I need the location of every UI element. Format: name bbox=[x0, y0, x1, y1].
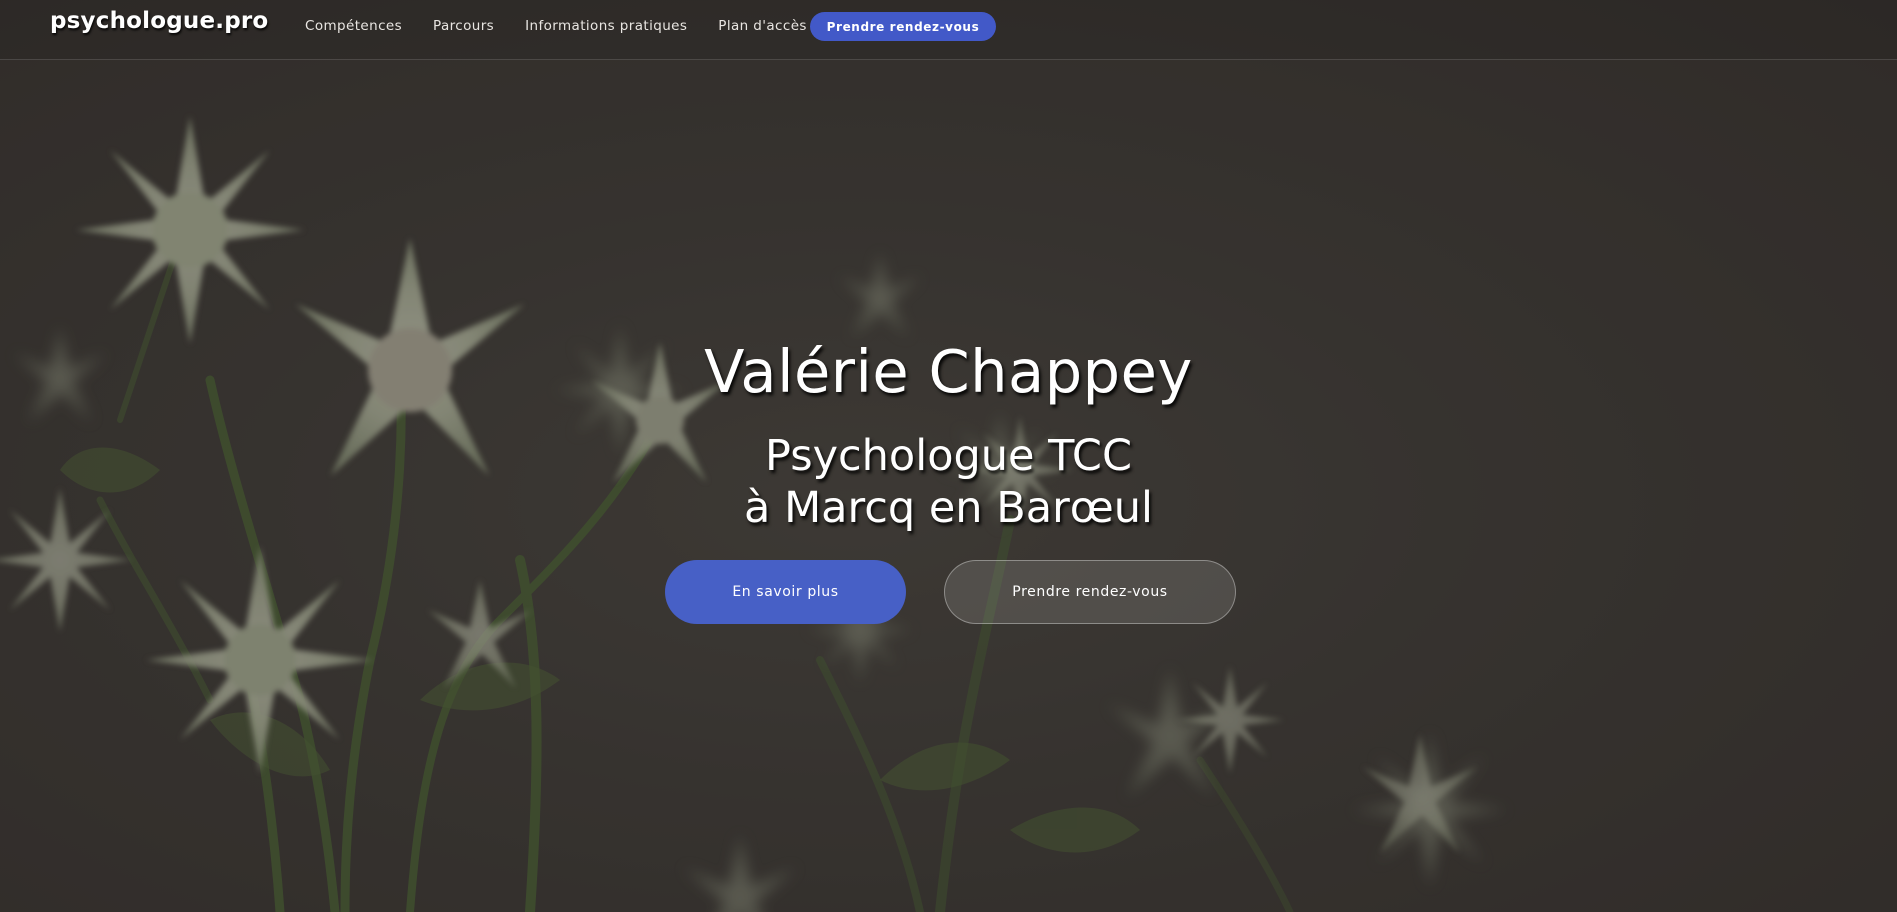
hero-appointment-button[interactable]: Prendre rendez-vous bbox=[944, 560, 1236, 624]
nav-link-plan-acces[interactable]: Plan d'accès bbox=[718, 18, 807, 34]
hero-subtitle: Psychologue TCC à Marcq en Barœul bbox=[0, 430, 1897, 534]
nav-links: Compétences Parcours Informations pratiq… bbox=[305, 0, 838, 52]
hero-subtitle-line-2: à Marcq en Barœul bbox=[744, 483, 1153, 533]
hero-subtitle-line-1: Psychologue TCC bbox=[765, 431, 1132, 481]
learn-more-button[interactable]: En savoir plus bbox=[665, 560, 906, 624]
brand-logo-link[interactable]: psychologue.pro bbox=[50, 8, 268, 34]
navbar: psychologue.pro Compétences Parcours Inf… bbox=[0, 0, 1897, 60]
nav-appointment-button[interactable]: Prendre rendez-vous bbox=[810, 12, 996, 41]
nav-link-informations-pratiques[interactable]: Informations pratiques bbox=[525, 18, 687, 34]
nav-link-competences[interactable]: Compétences bbox=[305, 18, 402, 34]
hero-title: Valérie Chappey bbox=[704, 337, 1193, 406]
nav-link-parcours[interactable]: Parcours bbox=[433, 18, 494, 34]
page: psychologue.pro Compétences Parcours Inf… bbox=[0, 0, 1897, 912]
